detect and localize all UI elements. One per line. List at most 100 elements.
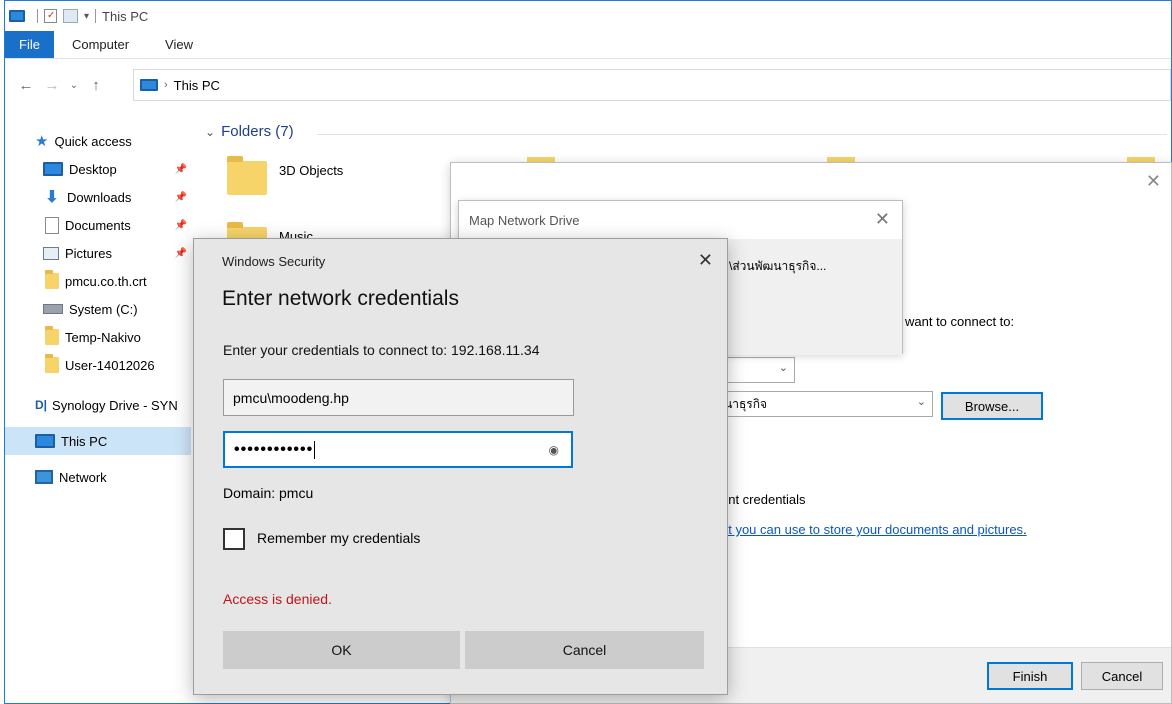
windows-security-dialog: Windows Security ✕ Enter network credent…	[193, 238, 728, 695]
ribbon-tabs: File Computer View	[5, 31, 1171, 59]
qat-dropdown-icon[interactable]: ▾	[84, 11, 89, 22]
remember-credentials-label[interactable]: Remember my credentials	[257, 530, 420, 546]
documents-icon	[45, 216, 59, 234]
synology-icon: D|	[35, 398, 48, 412]
wizard-cancel-button[interactable]: Cancel	[1081, 662, 1163, 690]
dialog-heading: Enter network credentials	[222, 287, 459, 310]
nav-item-pictures[interactable]: Pictures 📌	[5, 239, 191, 267]
nav-label: Documents	[65, 217, 131, 233]
breadcrumb-this-pc[interactable]: This PC	[174, 78, 220, 93]
address-row: ← → ⌄ ↑ › This PC	[5, 65, 1171, 105]
chevron-down-icon: ⌄	[778, 362, 788, 374]
finish-button[interactable]: Finish	[987, 662, 1073, 690]
text-caret	[314, 440, 316, 459]
drive-letter-select[interactable]: ⌄	[727, 357, 795, 383]
ok-button[interactable]: OK	[223, 631, 460, 669]
tab-view[interactable]: View	[147, 31, 211, 58]
nav-network[interactable]: Network	[5, 463, 191, 491]
back-icon[interactable]: ←	[13, 77, 39, 94]
different-credentials-label[interactable]: ent credentials	[721, 492, 806, 507]
wizard-prompt: want to connect to:	[905, 314, 1015, 329]
credentials-prompt: Enter your credentials to connect to: 19…	[223, 342, 540, 358]
separator	[95, 9, 97, 23]
storage-link-text: at you can use to store your documents a…	[721, 522, 1024, 537]
connecting-path: \ส่วนพัฒนาธุรกิจ...	[729, 259, 827, 273]
this-pc-icon	[140, 79, 158, 91]
folder-icon[interactable]	[227, 156, 267, 195]
reveal-password-icon[interactable]: ◉	[549, 443, 559, 457]
nav-label: Pictures	[65, 245, 112, 261]
nav-label: Desktop	[69, 161, 117, 177]
tab-computer[interactable]: Computer	[54, 31, 147, 58]
storage-link-period: .	[1023, 522, 1027, 537]
downloads-icon: ⬇	[45, 189, 59, 206]
nav-label: User-14012026	[65, 357, 155, 373]
storage-link[interactable]: at you can use to store your documents a…	[721, 522, 1027, 537]
close-icon[interactable]: ✕	[698, 250, 713, 271]
remember-credentials-checkbox[interactable]	[223, 528, 245, 550]
network-icon	[35, 470, 53, 484]
folder-3d-objects[interactable]: 3D Objects	[279, 163, 343, 178]
dialog-title: Map Network Drive	[469, 213, 580, 228]
folder-icon	[45, 354, 59, 373]
username-field[interactable]: pmcu\moodeng.hp	[223, 379, 574, 416]
nav-label: Synology Drive - SYN	[52, 397, 178, 413]
star-icon: ★	[35, 133, 49, 150]
this-pc-icon	[9, 10, 25, 22]
close-icon[interactable]: ✕	[1146, 171, 1161, 192]
dialog-title: Windows Security	[222, 254, 326, 269]
nav-quick-access[interactable]: ★ Quick access	[5, 127, 191, 155]
nav-item-pmcu-crt[interactable]: pmcu.co.th.crt	[5, 267, 191, 295]
nav-item-documents[interactable]: Documents 📌	[5, 211, 191, 239]
folder-combobox[interactable]: นาธุรกิจ ⌄	[719, 391, 933, 417]
password-field[interactable]: •••••••••••• ◉	[223, 431, 573, 468]
nav-item-temp-nakivo[interactable]: Temp-Nakivo	[5, 323, 191, 351]
cancel-button[interactable]: Cancel	[465, 631, 704, 669]
nav-label: System (C:)	[69, 301, 138, 317]
password-value: ••••••••••••	[234, 440, 314, 458]
forward-icon[interactable]: →	[39, 77, 65, 94]
folders-group-header[interactable]: ⌄ Folders (7)	[205, 123, 294, 140]
nav-label: Quick access	[54, 133, 132, 149]
pin-icon[interactable]: 📌	[175, 192, 187, 203]
desktop-icon	[43, 162, 63, 176]
properties-icon[interactable]: ✓	[44, 9, 57, 23]
nav-item-system-c[interactable]: System (C:)	[5, 295, 191, 323]
folders-group-label: Folders (7)	[221, 123, 294, 140]
pin-icon[interactable]: 📌	[175, 220, 187, 231]
domain-label: Domain: pmcu	[223, 485, 314, 501]
recent-locations-icon[interactable]: ⌄	[65, 80, 83, 91]
drive-icon	[43, 304, 63, 314]
folder-value: นาธุรกิจ	[724, 396, 768, 411]
navigation-pane: ★ Quick access Desktop 📌 ⬇ Downloads 📌 D…	[5, 127, 191, 491]
chevron-down-icon: ⌄	[916, 396, 926, 408]
pictures-icon	[43, 246, 59, 260]
error-message: Access is denied.	[223, 591, 332, 607]
nav-item-desktop[interactable]: Desktop 📌	[5, 155, 191, 183]
tab-file[interactable]: File	[5, 31, 54, 58]
pin-icon[interactable]: 📌	[175, 164, 187, 175]
up-icon[interactable]: ↑	[83, 77, 109, 94]
nav-synology-drive[interactable]: D| Synology Drive - SYN	[5, 391, 191, 419]
browse-button[interactable]: Browse...	[941, 392, 1043, 420]
folder-icon	[45, 270, 59, 289]
pin-icon[interactable]: 📌	[175, 248, 187, 259]
this-pc-icon	[35, 434, 55, 448]
address-bar[interactable]: › This PC	[133, 69, 1171, 101]
nav-label: Downloads	[67, 189, 132, 205]
nav-item-user-14012026[interactable]: User-14012026	[5, 351, 191, 379]
new-folder-icon[interactable]	[63, 9, 78, 23]
nav-this-pc[interactable]: This PC	[5, 427, 191, 455]
folder-icon	[45, 326, 59, 345]
divider	[317, 134, 1167, 135]
username-value: pmcu\moodeng.hp	[233, 389, 349, 406]
nav-label: Network	[59, 469, 107, 485]
breadcrumb-chevron-icon: ›	[164, 79, 168, 91]
separator	[37, 9, 38, 23]
chevron-down-icon: ⌄	[205, 124, 216, 139]
nav-label: pmcu.co.th.crt	[65, 273, 147, 289]
title-bar: ✓ ▾ This PC	[5, 1, 1171, 31]
nav-item-downloads[interactable]: ⬇ Downloads 📌	[5, 183, 191, 211]
nav-label: Temp-Nakivo	[65, 329, 141, 345]
close-icon[interactable]: ✕	[875, 209, 890, 230]
